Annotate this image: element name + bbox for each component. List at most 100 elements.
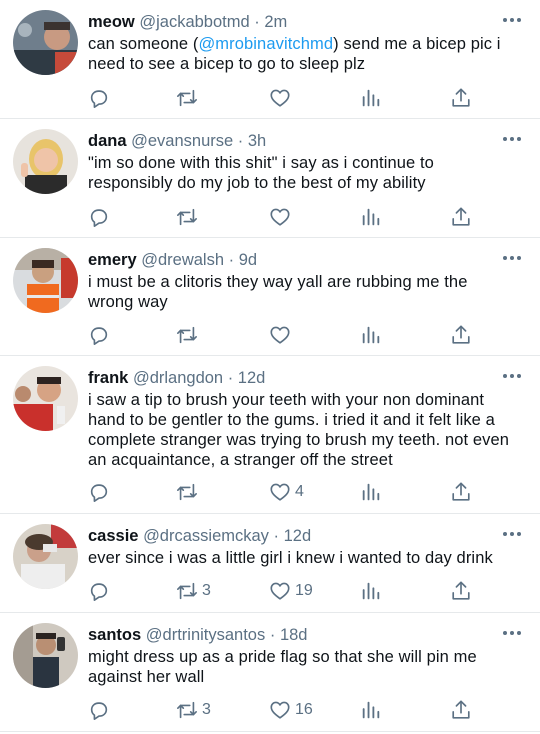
share-button[interactable] [450,578,472,604]
share-button[interactable] [450,322,472,348]
share-icon [452,325,470,344]
separator-dot: · [227,369,234,387]
like-count: 4 [295,483,304,500]
retweet-button[interactable] [176,479,202,505]
analytics-icon [362,208,380,226]
timestamp[interactable]: 3h [248,132,266,150]
display-name[interactable]: frank [88,369,128,387]
retweet-icon [177,326,197,344]
retweet-icon [177,89,197,107]
reply-button[interactable] [88,697,110,723]
retweet-button[interactable]: 3 [176,578,211,604]
reply-icon [90,209,108,227]
tweet[interactable]: santos @drtrinitysantos · 18d might dres… [0,613,540,732]
user-handle[interactable]: @drtrinitysantos [146,626,265,644]
retweet-button[interactable] [176,85,202,111]
tweet-actions [0,85,540,111]
tweet-actions: 4 [0,479,540,505]
more-icon[interactable] [502,524,522,544]
heart-icon [270,326,290,344]
avatar[interactable] [13,10,78,75]
tweet-text: i must be a clitoris they way yall are r… [88,272,528,312]
heart-icon [270,483,290,501]
more-icon[interactable] [502,366,522,386]
share-button[interactable] [450,85,472,111]
user-handle[interactable]: @evansnurse [131,132,233,150]
analytics-button[interactable] [360,479,382,505]
timestamp[interactable]: 12d [238,369,266,387]
tweet-text-line: an acquaintance, a stranger off the stre… [88,451,393,469]
share-button[interactable] [450,697,472,723]
tweet-text-line: responsibly do my job to the best of my … [88,174,426,192]
like-button[interactable] [269,85,295,111]
user-handle[interactable]: @drlangdon [133,369,223,387]
share-icon [452,581,470,600]
like-button[interactable]: 4 [269,479,304,505]
timestamp[interactable]: 18d [280,626,308,644]
tweet-text: can someone (@mrobinavitchmd) send me a … [88,34,528,74]
analytics-button[interactable] [360,578,382,604]
like-button[interactable] [269,204,295,230]
reply-button[interactable] [88,322,110,348]
tweet-text-line: "im so done with this shit" i say as i c… [88,154,434,172]
like-button[interactable]: 16 [269,697,313,723]
analytics-button[interactable] [360,204,382,230]
avatar[interactable] [13,129,78,194]
display-name[interactable]: dana [88,132,127,150]
tweet[interactable]: frank @drlangdon · 12d i saw a tip to br… [0,356,540,514]
more-icon[interactable] [502,623,522,643]
separator-dot: · [228,251,235,269]
timestamp[interactable]: 9d [239,251,257,269]
like-button[interactable]: 19 [269,578,313,604]
display-name[interactable]: cassie [88,527,138,545]
share-icon [452,88,470,107]
tweet[interactable]: dana @evansnurse · 3h "im so done with t… [0,119,540,238]
mention-link[interactable]: @mrobinavitchmd [198,35,333,53]
tweet-header: dana @evansnurse · 3h [88,131,266,151]
display-name[interactable]: santos [88,626,141,644]
like-count: 19 [295,582,313,599]
heart-icon [270,208,290,226]
tweet[interactable]: meow @jackabbotmd · 2m can someone (@mro… [0,0,540,119]
retweet-button[interactable]: 3 [176,697,211,723]
timestamp[interactable]: 12d [284,527,312,545]
tweet[interactable]: emery @drewalsh · 9d i must be a clitori… [0,238,540,356]
more-icon[interactable] [502,10,522,30]
tweet-text-line: i must be a clitoris they way yall are r… [88,273,468,291]
reply-button[interactable] [88,578,110,604]
display-name[interactable]: emery [88,251,137,269]
user-handle[interactable]: @jackabbotmd [139,13,249,31]
share-icon [452,700,470,719]
analytics-icon [362,483,380,501]
tweet-header: meow @jackabbotmd · 2m [88,12,287,32]
share-button[interactable] [450,479,472,505]
tweet[interactable]: cassie @drcassiemckay · 12d ever since i… [0,514,540,613]
display-name[interactable]: meow [88,13,135,31]
heart-icon [270,89,290,107]
reply-button[interactable] [88,85,110,111]
reply-button[interactable] [88,479,110,505]
like-button[interactable] [269,322,295,348]
tweet-actions: 3 16 [0,697,540,723]
tweet-text: "im so done with this shit" i say as i c… [88,153,528,193]
tweet-feed: meow @jackabbotmd · 2m can someone (@mro… [0,0,540,734]
share-icon [452,482,470,501]
share-button[interactable] [450,204,472,230]
timestamp[interactable]: 2m [264,13,287,31]
user-handle[interactable]: @drewalsh [141,251,224,269]
analytics-icon [362,89,380,107]
more-icon[interactable] [502,248,522,268]
avatar[interactable] [13,248,78,313]
analytics-button[interactable] [360,322,382,348]
tweet-text: i saw a tip to brush your teeth with you… [88,390,528,470]
avatar[interactable] [13,623,78,688]
avatar[interactable] [13,366,78,431]
more-icon[interactable] [502,129,522,149]
reply-button[interactable] [88,204,110,230]
retweet-button[interactable] [176,322,202,348]
analytics-button[interactable] [360,697,382,723]
user-handle[interactable]: @drcassiemckay [143,527,269,545]
retweet-button[interactable] [176,204,202,230]
retweet-count: 3 [202,701,211,718]
analytics-button[interactable] [360,85,382,111]
